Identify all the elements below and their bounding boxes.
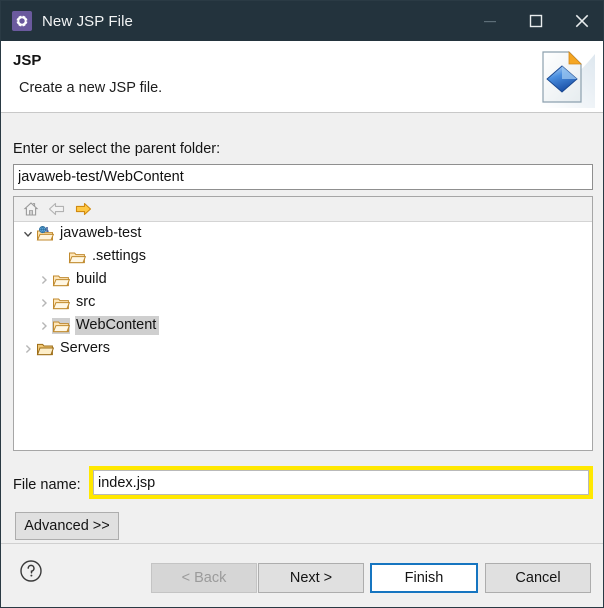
jsp-file-banner-icon (533, 46, 595, 108)
next-button[interactable]: Next > (258, 563, 364, 593)
finish-button[interactable]: Finish (370, 563, 478, 593)
file-name-label: File name: (13, 477, 81, 493)
chevron-right-icon[interactable] (36, 321, 52, 331)
window-title: New JSP File (42, 13, 133, 30)
minimize-icon[interactable] (467, 1, 513, 41)
tree-row[interactable]: build (14, 268, 592, 291)
folder-icon (52, 272, 70, 288)
dialog-body: Enter or select the parent folder: (1, 113, 604, 543)
dialog-footer: < Back Next > Finish Cancel (1, 543, 604, 608)
close-icon[interactable] (559, 1, 604, 41)
tree-row[interactable]: src (14, 291, 592, 314)
file-name-highlight (89, 466, 593, 499)
chevron-down-icon[interactable] (20, 229, 36, 239)
parent-folder-label: Enter or select the parent folder: (13, 141, 220, 157)
back-button[interactable]: < Back (151, 563, 257, 593)
folder-icon (52, 318, 70, 334)
chevron-right-icon[interactable] (36, 275, 52, 285)
tree-row[interactable]: .settings (14, 245, 592, 268)
parent-folder-input[interactable] (13, 164, 593, 190)
advanced-button[interactable]: Advanced >> (15, 512, 119, 540)
tree-row[interactable]: javaweb-test (14, 222, 592, 245)
folder-tree-panel: javaweb-test .settings (13, 196, 593, 451)
folder-icon (52, 295, 70, 311)
page-subtitle: Create a new JSP file. (19, 80, 162, 96)
tree-item-label: Servers (59, 339, 113, 358)
folder-icon (68, 249, 86, 265)
forward-arrow-icon[interactable] (72, 199, 94, 219)
gear-glyph (15, 14, 29, 28)
web-project-folder-icon (36, 226, 54, 242)
chevron-right-icon[interactable] (20, 344, 36, 354)
tree-row-selected[interactable]: WebContent (14, 314, 592, 337)
tree-row[interactable]: Servers (14, 337, 592, 360)
maximize-icon[interactable] (513, 1, 559, 41)
help-icon[interactable] (18, 558, 44, 584)
tree-item-label: src (75, 293, 98, 312)
tree-item-label: .settings (91, 247, 149, 266)
file-name-input[interactable] (93, 470, 589, 495)
folder-tree[interactable]: javaweb-test .settings (14, 222, 592, 450)
new-jsp-file-dialog: New JSP File JSP Create a new JSP file. (0, 0, 604, 608)
chevron-right-icon[interactable] (36, 298, 52, 308)
titlebar: New JSP File (1, 1, 604, 41)
eclipse-wizard-icon (12, 11, 32, 31)
home-icon[interactable] (20, 199, 42, 219)
tree-item-label: javaweb-test (59, 224, 144, 243)
page-title: JSP (13, 52, 41, 69)
tree-item-label: WebContent (75, 316, 159, 335)
tree-item-label: build (75, 270, 110, 289)
wizard-header: JSP Create a new JSP file. (1, 41, 604, 112)
window-controls (467, 1, 604, 41)
back-arrow-icon[interactable] (46, 199, 68, 219)
tree-toolbar (14, 197, 592, 222)
cancel-button[interactable]: Cancel (485, 563, 591, 593)
project-folder-icon (36, 341, 54, 357)
